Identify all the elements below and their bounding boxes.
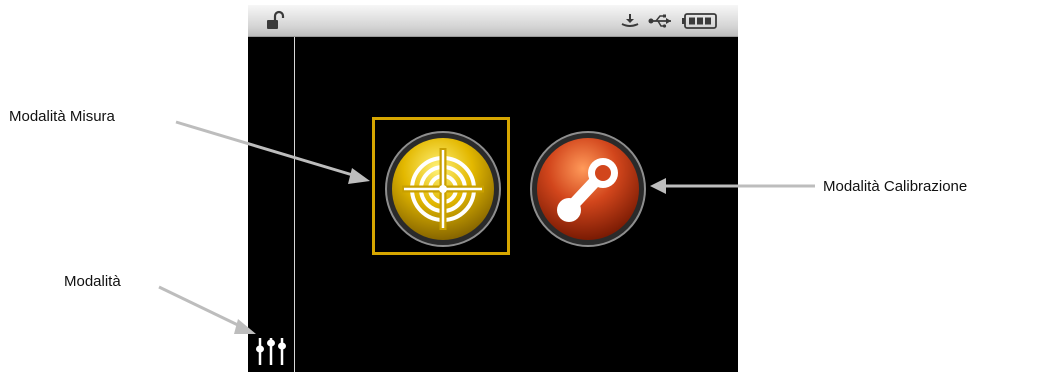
mode-settings-button[interactable] [254, 335, 290, 367]
calibration-mode-button[interactable] [529, 130, 647, 248]
status-bar [248, 5, 738, 37]
mode-callout-arrow [158, 285, 243, 329]
usb-icon [646, 5, 674, 36]
measure-mode-button[interactable] [384, 130, 502, 248]
target-icon [385, 131, 501, 247]
calibration-mode-callout: Modalità Calibrazione [823, 178, 968, 195]
measure-mode-callout: Modalità Misura [9, 108, 115, 125]
sidebar-divider [294, 37, 295, 372]
lock-open-icon[interactable] [261, 5, 289, 36]
sliders-icon [256, 338, 286, 365]
battery-icon [680, 5, 720, 36]
mode-callout: Modalità [64, 273, 121, 290]
calibration-icon [530, 131, 646, 247]
download-icon [618, 5, 642, 36]
device-screen [248, 5, 738, 372]
